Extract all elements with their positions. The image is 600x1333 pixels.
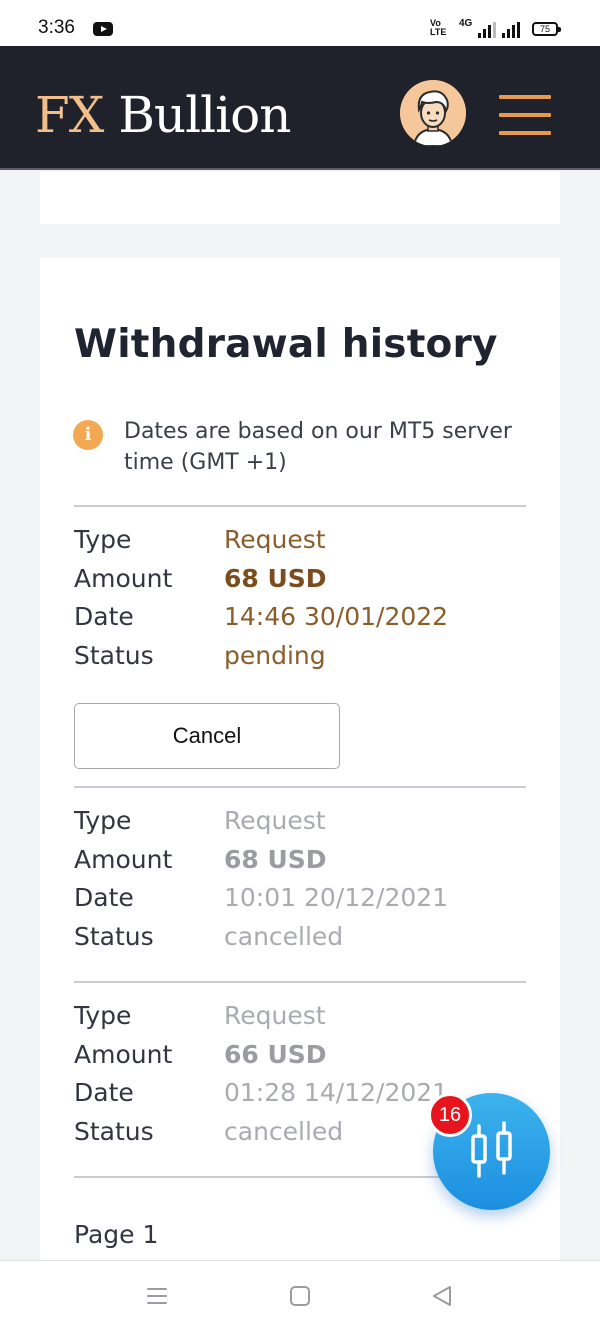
notification-badge: 16 <box>428 1093 472 1137</box>
amount-value: 68 USD <box>224 844 327 874</box>
hamburger-menu-button[interactable] <box>499 95 551 135</box>
divider <box>74 786 526 788</box>
status-time: 3:36 <box>38 17 75 38</box>
type-value: Request <box>224 1001 326 1030</box>
type-value: Request <box>224 525 326 554</box>
app-header: FX Bullion <box>0 46 600 170</box>
back-triangle-icon <box>433 1286 451 1306</box>
home-button[interactable] <box>289 1285 311 1311</box>
network-type: 4G <box>459 18 473 29</box>
cancel-withdrawal-button[interactable]: Cancel <box>74 703 340 769</box>
menu-lines-icon <box>147 1288 167 1304</box>
status-label: Status <box>74 1116 154 1146</box>
status-label: Status <box>74 640 154 670</box>
status-label: Status <box>74 921 154 951</box>
date-label: Date <box>74 883 134 912</box>
brand-logo[interactable]: FX Bullion <box>35 86 291 144</box>
square-home-icon <box>290 1286 310 1306</box>
signal-1-icon <box>478 22 496 38</box>
back-button[interactable] <box>431 1285 453 1311</box>
youtube-notification-icon <box>93 22 113 36</box>
pagination-label: Page 1 <box>74 1220 159 1249</box>
logo-bullion: Bullion <box>103 86 291 144</box>
amount-value: 68 USD <box>224 563 327 593</box>
type-value: Request <box>224 806 326 835</box>
info-icon: i <box>73 420 103 450</box>
avatar[interactable] <box>400 80 466 146</box>
logo-fx: FX <box>35 86 104 144</box>
withdrawal-entry: Type Request Amount 68 USD Date 10:01 20/12… <box>74 802 526 956</box>
date-value: 01:28 14/12/2021 <box>224 1078 449 1107</box>
withdrawal-entry: Type Request Amount 68 USD Date 14:46 30/01… <box>74 521 526 675</box>
amount-label: Amount <box>74 844 173 874</box>
type-label: Type <box>74 1001 132 1030</box>
amount-label: Amount <box>74 563 173 593</box>
divider <box>74 505 526 507</box>
status-bar: 3:36 Vo LTE 4G 75 <box>0 0 600 46</box>
status-value: cancelled <box>224 1116 344 1146</box>
type-label: Type <box>74 525 132 554</box>
type-label: Type <box>74 806 132 835</box>
volte-indicator: Vo LTE <box>430 18 447 37</box>
status-value: cancelled <box>224 921 344 951</box>
info-note: Dates are based on our MT5 server time (… <box>124 419 512 475</box>
amount-value: 66 USD <box>224 1039 327 1069</box>
date-value: 10:01 20/12/2021 <box>224 883 449 912</box>
recent-apps-button[interactable] <box>146 1285 168 1311</box>
amount-label: Amount <box>74 1039 173 1069</box>
system-navigation-bar <box>0 1260 600 1333</box>
date-label: Date <box>74 1078 134 1107</box>
user-avatar-icon <box>400 80 466 146</box>
signal-2-icon <box>502 22 520 38</box>
battery-icon: 75 <box>532 22 561 36</box>
divider <box>74 981 526 983</box>
page-title: Withdrawal history <box>74 322 498 367</box>
previous-card <box>40 172 560 224</box>
status-value: pending <box>224 640 326 670</box>
date-label: Date <box>74 602 134 631</box>
date-value: 14:46 30/01/2022 <box>224 602 449 631</box>
